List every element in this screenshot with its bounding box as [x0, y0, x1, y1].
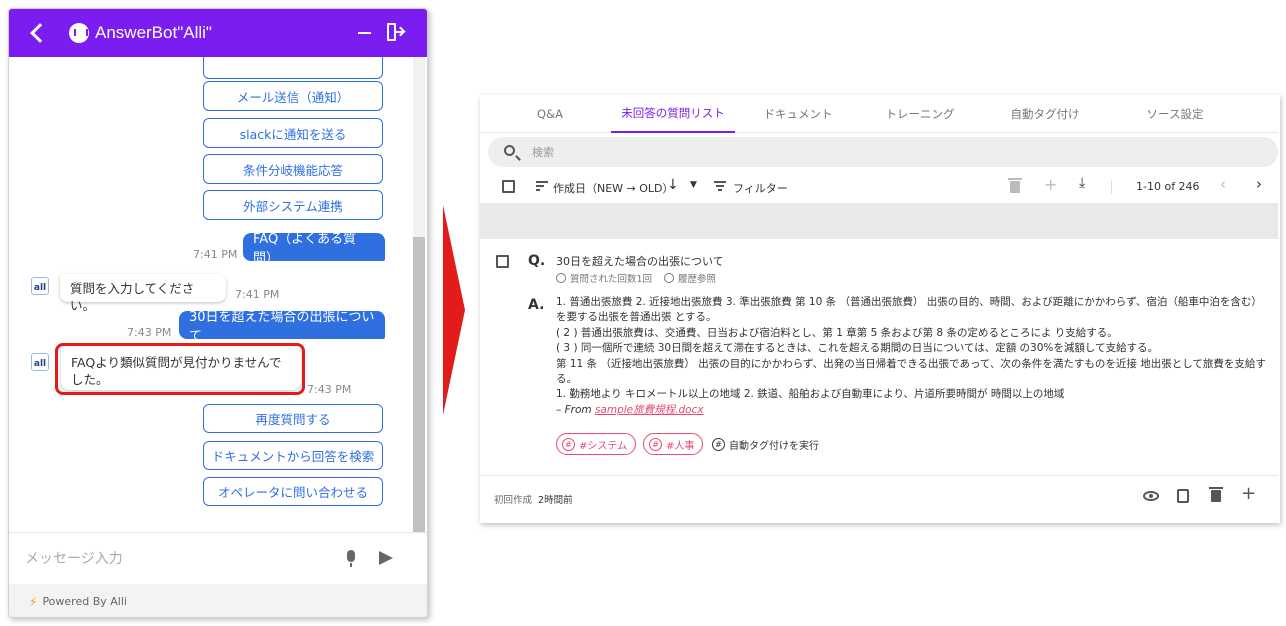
history-link[interactable]: 履歴参照 — [678, 271, 716, 285]
chat-input-area — [9, 532, 427, 584]
question-count-icon — [556, 273, 566, 283]
search-icon — [504, 145, 515, 156]
question-label: Q. — [528, 253, 546, 269]
item-checkbox[interactable] — [496, 255, 509, 268]
source-file-link[interactable]: sample旅費規程.docx — [595, 404, 704, 416]
hashtag-icon: # — [649, 437, 662, 451]
bulk-add-icon[interactable]: + — [1044, 175, 1057, 194]
option-button-partial[interactable] — [203, 57, 383, 79]
bot-logo-icon — [69, 23, 89, 43]
tab-unanswered[interactable]: 未回答の質問リスト — [611, 95, 735, 133]
option-button-doc-search[interactable]: ドキュメントから回答を検索 — [203, 441, 383, 470]
chat-messages[interactable]: メール送信（通知） slackに通知を送る 条件分岐機能応答 外部システム連携 … — [9, 57, 427, 532]
sort-icon[interactable] — [536, 181, 548, 191]
tab-training[interactable]: トレーニング — [870, 95, 970, 133]
tab-source-settings[interactable]: ソース設定 — [1120, 95, 1230, 133]
sort-direction-icon[interactable]: ↓ — [667, 177, 679, 193]
toolbar-divider — [1111, 180, 1112, 194]
bot-avatar: all — [31, 353, 49, 371]
created-info: 初回作成 2時間前 — [494, 492, 573, 506]
chat-scroll-thumb[interactable] — [413, 237, 425, 532]
created-value: 2時間前 — [538, 495, 573, 506]
chat-footer: ⚡ Powered By Alli — [9, 584, 427, 617]
answer-line: ( 2 ) 普通出張旅費は、交通費、日当および宿泊料とし、第 1 章第 5 条お… — [556, 326, 1118, 339]
auto-tag-label: 自動タグ付けを実行 — [729, 441, 819, 452]
auto-tag-button[interactable]: # 自動タグ付けを実行 — [712, 437, 819, 452]
message-time: 7:43 PM — [127, 326, 172, 339]
chat-widget: AnswerBot"Alli" メール送信（通知） slackに通知を送る 条件… — [8, 8, 428, 618]
source-prefix: – From — [556, 403, 592, 416]
exit-icon[interactable] — [387, 23, 403, 43]
microphone-icon[interactable] — [347, 550, 355, 567]
created-label: 初回作成 — [494, 495, 533, 506]
answer-line: ( 3 ) 同一個所で連続 30日間を超えて滞在するときは、これを超える期間の日… — [556, 342, 1159, 355]
asked-count: 質問された回数1回 — [570, 274, 653, 285]
answer-line: 第 11 条 （近接地出張旅費） 出張の目的にかかわらず、出発の当日帰着できる出… — [556, 357, 1266, 386]
next-page-icon[interactable]: › — [1256, 175, 1262, 193]
message-time: 7:41 PM — [193, 248, 238, 261]
option-button-slack[interactable]: slackに通知を送る — [203, 118, 383, 148]
pagination-info: 1-10 of 246 — [1136, 180, 1200, 193]
delete-icon[interactable] — [1209, 487, 1223, 502]
history-icon[interactable] — [664, 273, 675, 283]
tag-chip-hr[interactable]: # #人事 — [643, 433, 704, 455]
chat-scrollbar[interactable] — [413, 57, 425, 532]
preview-icon[interactable] — [1143, 491, 1159, 501]
tag-chip-system[interactable]: # #システム — [556, 433, 637, 455]
bolt-icon: ⚡ — [29, 594, 38, 609]
highlight-box — [55, 343, 305, 395]
option-button-external[interactable]: 外部システム連携 — [203, 190, 383, 220]
search-input[interactable] — [532, 143, 932, 161]
card-divider — [480, 475, 1278, 476]
back-icon[interactable] — [30, 23, 50, 43]
list-separator — [480, 203, 1278, 239]
hashtag-icon: # — [562, 437, 575, 451]
tab-bar: Q&A 未回答の質問リスト ドキュメント トレーニング 自動タグ付け ソース設定 — [480, 95, 1278, 133]
tag-label: #人事 — [666, 440, 695, 452]
search-bar — [488, 137, 1278, 167]
auto-tag-icon: # — [712, 438, 725, 451]
user-message-faq: FAQ（よくある質問） — [243, 232, 385, 266]
answer-line: 1. 普通出張旅費 2. 近接地出張旅費 3. 準出張旅費 第 10 条 （普通… — [556, 296, 1262, 324]
option-button-branch[interactable]: 条件分岐機能応答 — [203, 154, 383, 184]
question-text: 30日を超えた場合の出張について — [556, 255, 724, 268]
tab-documents[interactable]: ドキュメント — [748, 95, 848, 133]
question-meta: 質問された回数1回 履歴参照 — [556, 271, 716, 285]
message-input[interactable] — [25, 547, 325, 571]
arrow-right-icon — [443, 205, 465, 415]
bulk-delete-icon[interactable] — [1008, 178, 1022, 193]
unanswered-question-card: Q. 30日を超えた場合の出張について 質問された回数1回 履歴参照 A. 1.… — [480, 239, 1278, 520]
answer-line: 1. 勤務地より キロメートル以上の地域 2. 鉄道、船舶および自動車により、片… — [556, 388, 1065, 401]
user-message-question: 30日を超えた場合の出張について — [179, 310, 385, 344]
filter-label[interactable]: フィルター — [733, 180, 788, 196]
list-toolbar: 作成日（NEW → OLD） ↓ ▼ フィルター + ⤓ 1-10 of 246… — [480, 171, 1278, 201]
message-time: 7:43 PM — [307, 383, 352, 396]
select-all-checkbox[interactable] — [502, 180, 515, 193]
option-button-mail[interactable]: メール送信（通知） — [203, 81, 383, 111]
message-time: 7:41 PM — [235, 288, 280, 301]
admin-panel: Q&A 未回答の質問リスト ドキュメント トレーニング 自動タグ付け ソース設定… — [480, 95, 1278, 520]
document-search-icon[interactable] — [1177, 489, 1189, 503]
bot-message-prompt: 質問を入力してください。 — [60, 274, 226, 313]
prev-page-icon[interactable]: ‹ — [1220, 175, 1226, 193]
sort-label[interactable]: 作成日（NEW → OLD） — [553, 180, 674, 196]
tab-auto-tag[interactable]: 自動タグ付け — [995, 95, 1095, 133]
chat-title: AnswerBot"Alli" — [95, 23, 212, 42]
download-icon[interactable]: ⤓ — [1079, 175, 1085, 191]
option-button-retry[interactable]: 再度質問する — [203, 404, 383, 433]
filter-icon[interactable] — [714, 181, 726, 191]
answer-text: 1. 普通出張旅費 2. 近接地出張旅費 3. 準出張旅費 第 10 条 （普通… — [556, 295, 1268, 418]
sort-dropdown-icon[interactable]: ▼ — [690, 177, 697, 190]
tab-qa[interactable]: Q&A — [520, 95, 580, 133]
powered-by: Powered By Alli — [42, 595, 127, 608]
send-icon[interactable] — [379, 551, 393, 565]
add-icon[interactable]: + — [1241, 483, 1256, 504]
chat-header: AnswerBot"Alli" — [9, 9, 427, 57]
tag-label: #システム — [579, 440, 628, 452]
minimize-icon[interactable] — [358, 32, 371, 34]
answer-label: A. — [528, 297, 545, 313]
bot-avatar: all — [31, 277, 49, 295]
option-button-operator[interactable]: オペレータに問い合わせる — [203, 477, 383, 506]
